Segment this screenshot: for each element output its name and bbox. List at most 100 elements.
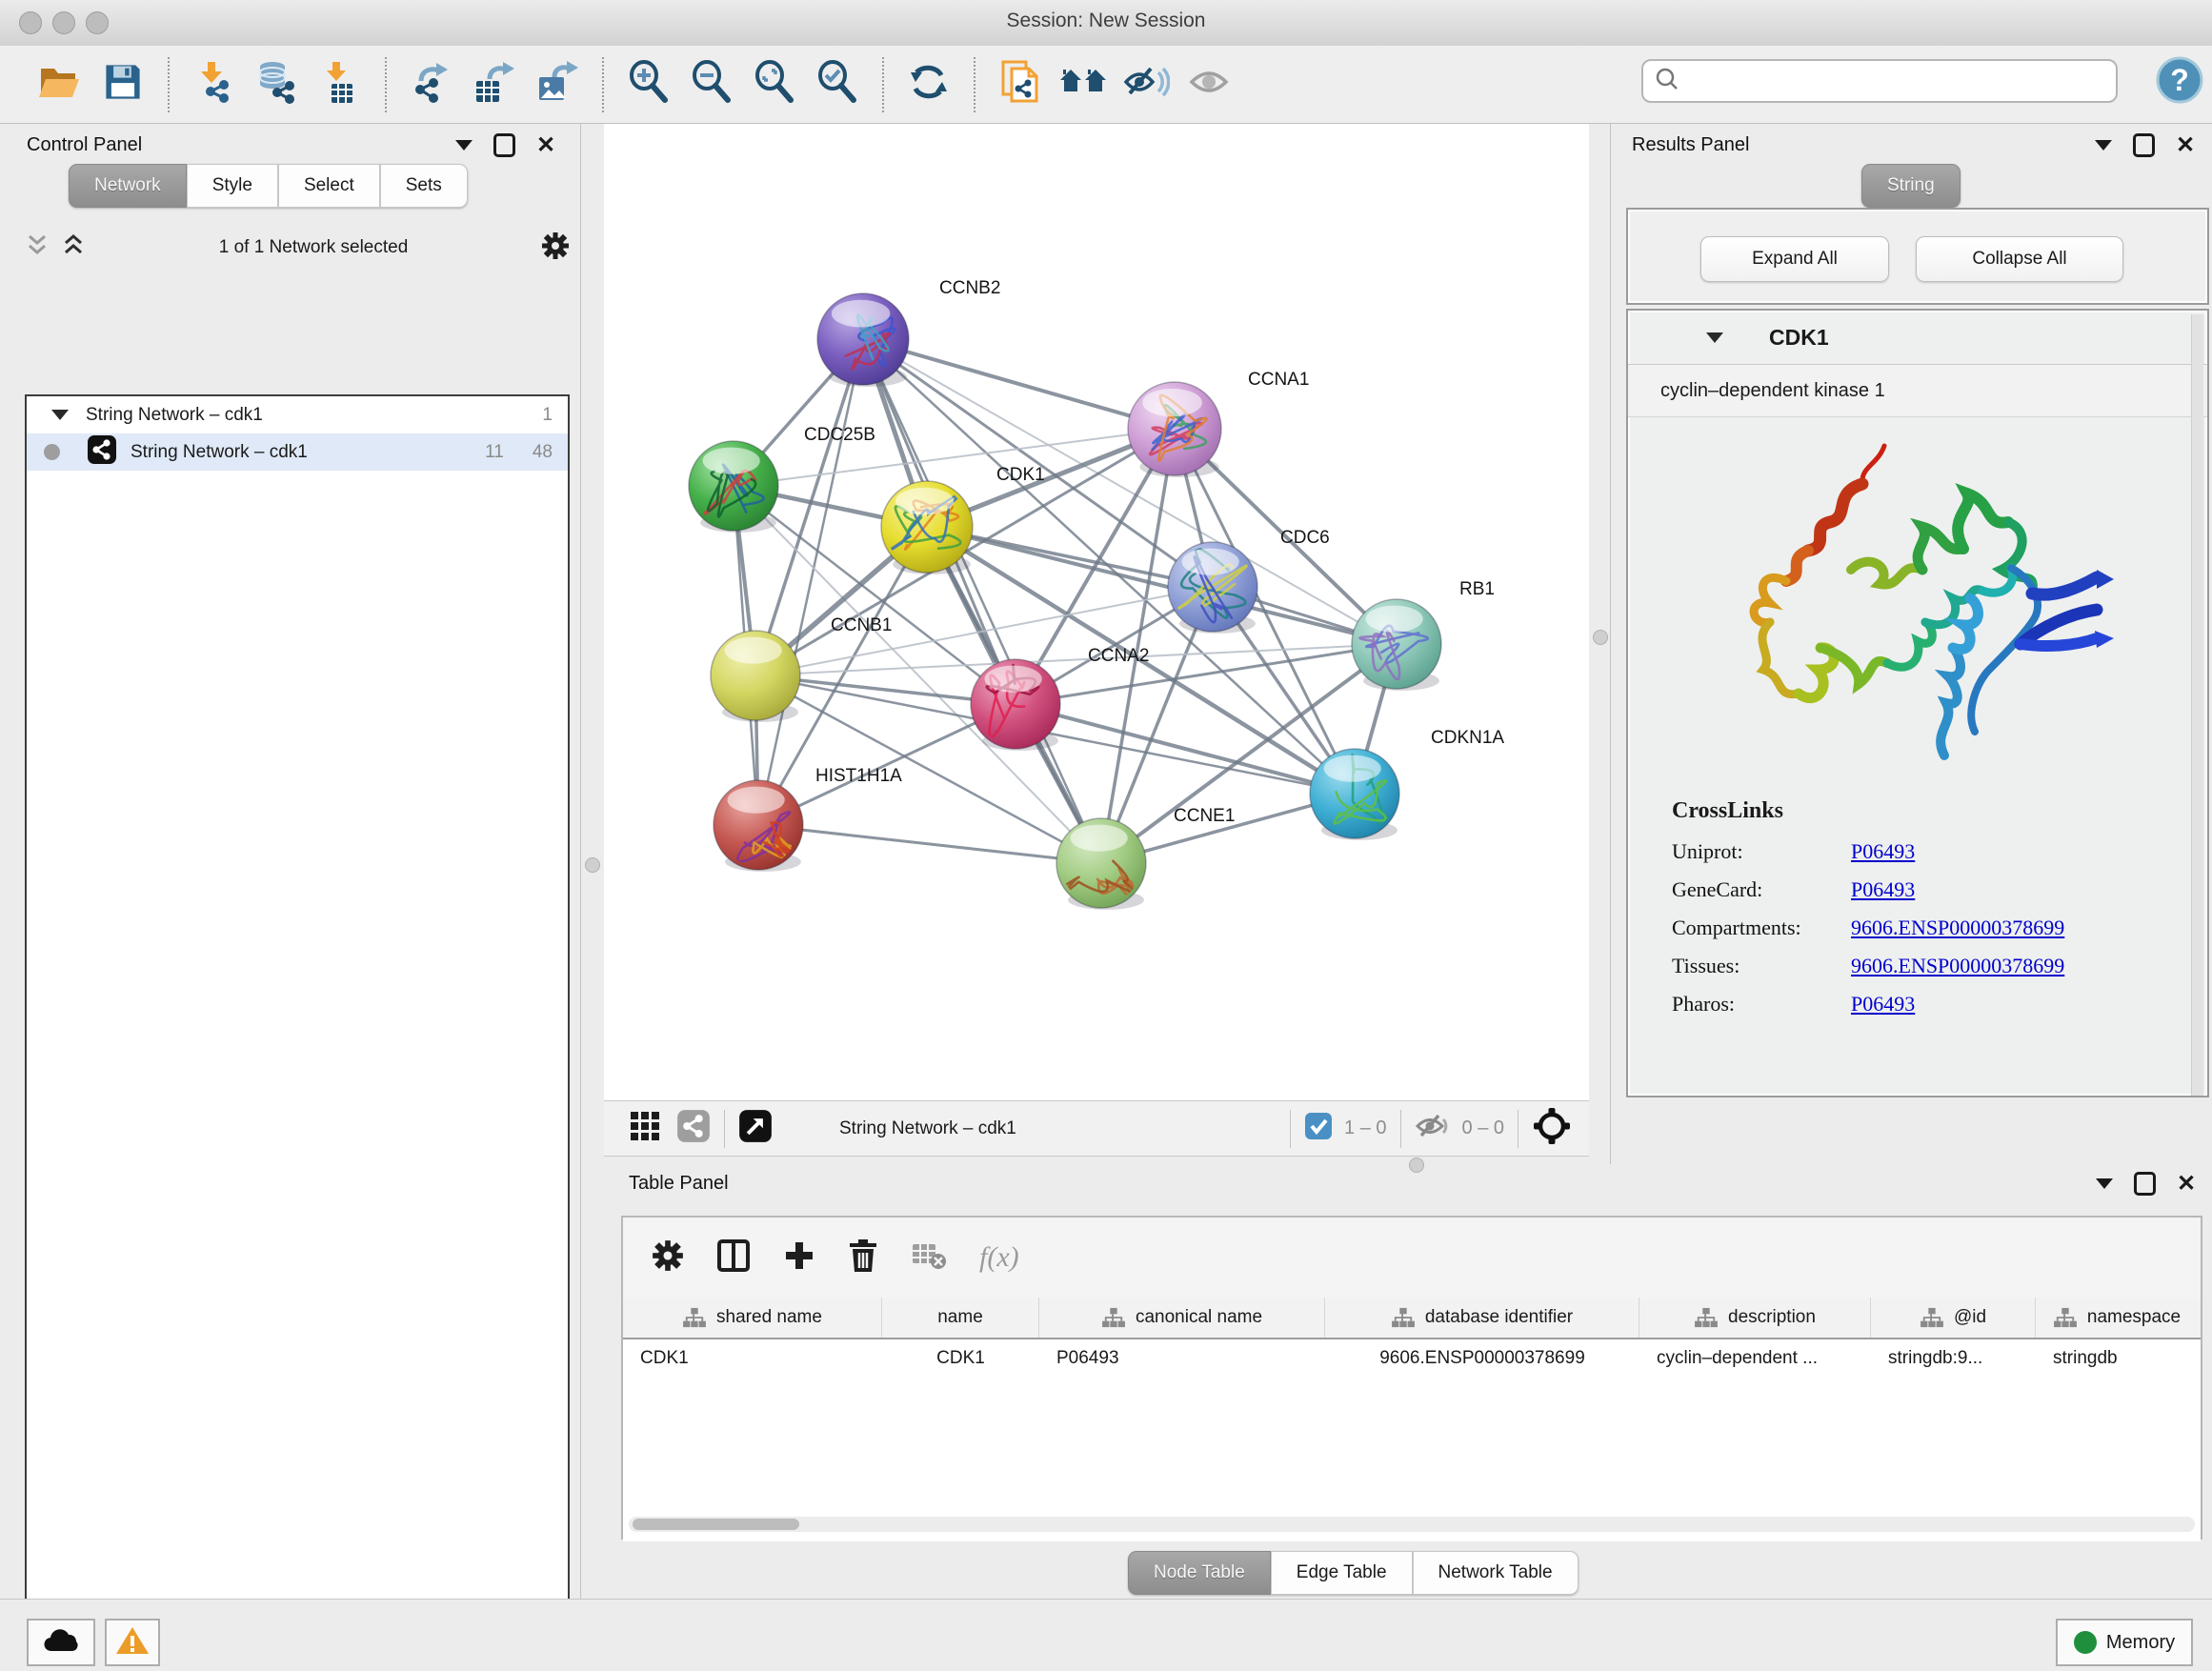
panel-float-icon[interactable]	[2134, 1172, 2156, 1196]
grid-view-icon[interactable]	[629, 1110, 661, 1148]
expand-all-button[interactable]: Expand All	[1700, 236, 1889, 282]
crosslink-uniprot[interactable]: P06493	[1851, 839, 1915, 864]
help-button[interactable]: ?	[2155, 55, 2204, 110]
panel-float-icon[interactable]	[2133, 133, 2155, 157]
memory-button[interactable]: Memory	[2056, 1619, 2193, 1666]
tab-string[interactable]: String	[1861, 164, 1961, 208]
first-neighbors-button[interactable]	[1052, 52, 1115, 117]
network-row-selected[interactable]: String Network – cdk1 11 48	[27, 433, 568, 471]
import-network-database-button[interactable]	[246, 52, 309, 117]
network-canvas[interactable]: CCNB2CCNA1CDC25BCDK1CDC6RB1CCNB1CCNA2CDK…	[604, 124, 1589, 1100]
cloud-button[interactable]	[27, 1619, 95, 1666]
panel-float-icon[interactable]	[493, 133, 515, 157]
crosslink-tissues[interactable]: 9606.ENSP00000378699	[1851, 954, 2064, 978]
two-houses-icon	[1058, 61, 1108, 108]
column-header-shared-name[interactable]: shared name	[623, 1298, 882, 1338]
table-horizontal-scrollbar[interactable]	[629, 1517, 2195, 1532]
column-header-canonical-name[interactable]: canonical name	[1039, 1298, 1325, 1338]
cell-namespace[interactable]: stringdb	[2036, 1348, 2198, 1369]
selected-checkbox-icon[interactable]	[1304, 1112, 1333, 1146]
panel-close-icon[interactable]: ✕	[2177, 1173, 2196, 1196]
delete-column-trash-icon[interactable]	[848, 1238, 878, 1278]
import-table-file-button[interactable]	[309, 52, 372, 117]
crosslink-pharos[interactable]: P06493	[1851, 992, 1915, 1017]
export-table-button[interactable]	[463, 52, 526, 117]
column-header-id[interactable]: @id	[1871, 1298, 2036, 1338]
collapse-all-button[interactable]: Collapse All	[1916, 236, 2123, 282]
tab-sets[interactable]: Sets	[380, 164, 468, 208]
collection-expand-icon[interactable]	[51, 410, 69, 420]
open-in-window-icon[interactable]	[738, 1109, 773, 1149]
panel-collapse-icon[interactable]	[455, 140, 473, 151]
results-scrollbar[interactable]	[2191, 314, 2203, 1096]
tab-network-table[interactable]: Network Table	[1413, 1551, 1579, 1595]
open-session-button[interactable]	[29, 52, 91, 117]
tab-edge-table[interactable]: Edge Table	[1271, 1551, 1413, 1595]
cell-shared-name[interactable]: CDK1	[623, 1348, 882, 1369]
zoom-selected-button[interactable]	[806, 52, 869, 117]
network-node-cdc6[interactable]: CDC6	[1168, 528, 1330, 634]
network-node-hist1h1a[interactable]: HIST1H1A	[714, 766, 902, 872]
hidden-node-edge-counts: 0 – 0	[1462, 1117, 1504, 1139]
panel-close-icon[interactable]: ✕	[2176, 134, 2195, 157]
selected-node-edge-counts: 1 – 0	[1344, 1117, 1386, 1139]
crosslink-genecard[interactable]: P06493	[1851, 877, 1915, 902]
column-header-database-identifier[interactable]: database identifier	[1325, 1298, 1639, 1338]
table-panel-title: Table Panel	[629, 1166, 729, 1200]
gene-section-header[interactable]: CDK1	[1628, 311, 2207, 365]
new-network-from-selection-button[interactable]	[989, 52, 1052, 117]
export-image-button[interactable]	[526, 52, 589, 117]
network-node-ccne1[interactable]: CCNE1	[1056, 806, 1235, 910]
show-columns-icon[interactable]	[716, 1238, 751, 1278]
import-network-file-button[interactable]	[183, 52, 246, 117]
birdseye-navigator-icon[interactable]	[1532, 1106, 1572, 1152]
left-splitter-handle[interactable]	[585, 857, 600, 873]
save-session-button[interactable]	[91, 52, 154, 117]
column-header-name[interactable]: name	[882, 1298, 1039, 1338]
network-view-title: String Network – cdk1	[839, 1118, 1016, 1139]
table-options-gear-icon[interactable]	[652, 1239, 684, 1277]
cell-canonical-name[interactable]: P06493	[1039, 1348, 1325, 1369]
expand-all-chevron-icon[interactable]	[25, 233, 50, 263]
network-options-gear-icon[interactable]	[541, 232, 570, 265]
panel-collapse-icon[interactable]	[2095, 140, 2112, 151]
network-tree: String Network – cdk1 1 String Network –…	[25, 394, 570, 1671]
cell-name[interactable]: CDK1	[882, 1348, 1039, 1369]
network-collection-row[interactable]: String Network – cdk1 1	[27, 396, 568, 433]
zoom-out-button[interactable]	[680, 52, 743, 117]
hide-selection-button[interactable]	[1115, 52, 1177, 117]
gene-collapse-icon[interactable]	[1706, 332, 1723, 343]
toolbar-divider	[1400, 1110, 1401, 1148]
hidden-eye-slash-icon[interactable]	[1415, 1111, 1451, 1147]
cell-database-identifier[interactable]: 9606.ENSP00000378699	[1325, 1348, 1639, 1369]
right-splitter-handle[interactable]	[1593, 630, 1608, 645]
network-node-ccnb1[interactable]: CCNB1	[711, 615, 892, 722]
tab-select[interactable]: Select	[278, 164, 380, 208]
tab-network[interactable]: Network	[69, 164, 187, 208]
column-header-description[interactable]: description	[1639, 1298, 1871, 1338]
cell-id[interactable]: stringdb:9...	[1871, 1348, 2036, 1369]
panel-collapse-icon[interactable]	[2096, 1178, 2113, 1189]
tab-node-table[interactable]: Node Table	[1128, 1551, 1271, 1595]
panel-close-icon[interactable]: ✕	[536, 134, 555, 157]
cell-description[interactable]: cyclin–dependent ...	[1639, 1348, 1871, 1369]
network-node-ccna1[interactable]: CCNA1	[1128, 370, 1309, 477]
export-network-button[interactable]	[400, 52, 463, 117]
zoom-fit-button[interactable]	[743, 52, 806, 117]
crosslink-compartments[interactable]: 9606.ENSP00000378699	[1851, 916, 2064, 940]
show-all-button[interactable]	[1177, 52, 1240, 117]
network-node-cdkn1a[interactable]: CDKN1A	[1310, 728, 1504, 840]
column-header-namespace[interactable]: namespace	[2036, 1298, 2198, 1338]
scrollbar-thumb[interactable]	[633, 1519, 799, 1530]
table-row[interactable]: CDK1 CDK1 P06493 9606.ENSP00000378699 cy…	[623, 1339, 2201, 1378]
apply-preferred-layout-button[interactable]	[897, 52, 960, 117]
collapse-all-chevron-icon[interactable]	[61, 233, 86, 263]
string-view-icon[interactable]	[676, 1109, 711, 1149]
network-node-rb1[interactable]: RB1	[1352, 579, 1495, 691]
search-input[interactable]	[1679, 70, 2083, 92]
add-column-icon[interactable]	[783, 1239, 815, 1277]
network-view[interactable]: CCNB2CCNA1CDC25BCDK1CDC6RB1CCNB1CCNA2CDK…	[604, 124, 1589, 1100]
tab-style[interactable]: Style	[187, 164, 278, 208]
zoom-in-button[interactable]	[617, 52, 680, 117]
warnings-button[interactable]	[105, 1619, 160, 1666]
